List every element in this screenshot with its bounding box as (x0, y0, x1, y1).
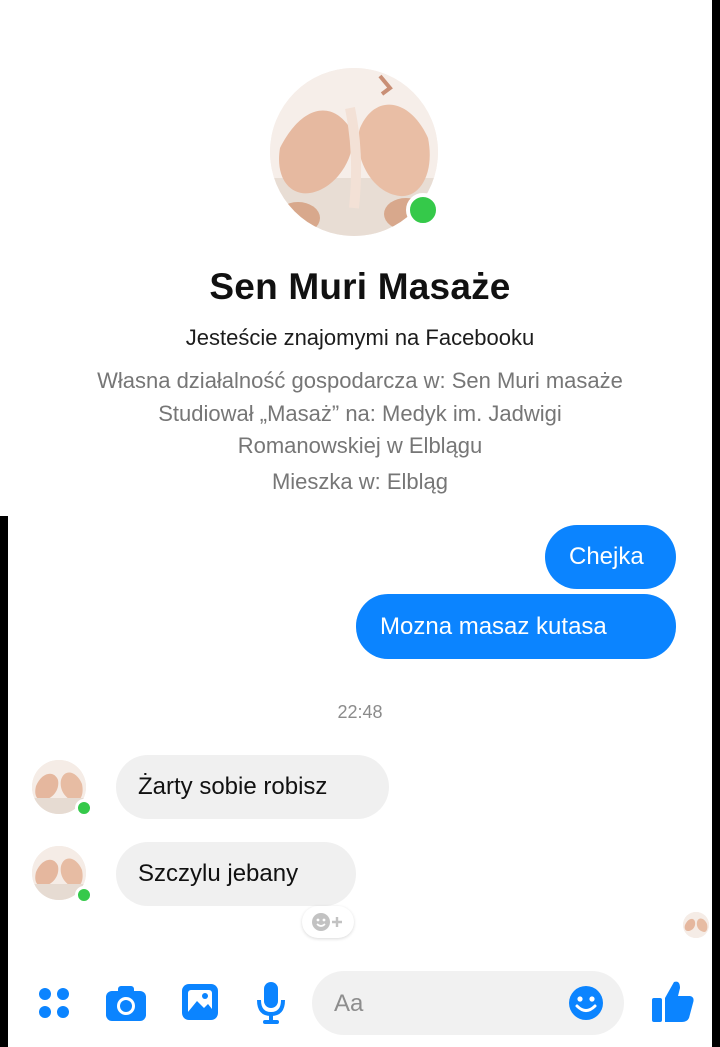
incoming-message[interactable]: Szczylu jebany (116, 842, 356, 906)
add-reaction-icon (312, 913, 342, 931)
outgoing-message[interactable]: Mozna masaz kutasa (356, 594, 676, 659)
seen-indicator-avatar (683, 912, 709, 938)
sender-online-dot (75, 799, 93, 817)
add-reaction-button[interactable] (302, 906, 354, 938)
education-info-line2: Romanowskiej w Elblągu (237, 433, 483, 458)
gallery-icon[interactable] (180, 982, 220, 1022)
message-composer[interactable] (312, 971, 624, 1035)
camera-icon[interactable] (104, 983, 148, 1023)
outgoing-message[interactable]: Chejka (545, 525, 676, 589)
message-input[interactable] (332, 985, 556, 1023)
location-info: Mieszka w: Elbląg (271, 469, 449, 494)
message-text: Szczylu jebany (138, 860, 299, 887)
incoming-message[interactable]: Żarty sobie robisz (116, 755, 389, 819)
work-info: Własna działalność gospodarcza w: Sen Mu… (97, 368, 623, 393)
friendship-status: Jesteście znajomymi na Facebooku (185, 325, 535, 350)
message-text: Żarty sobie robisz (138, 773, 328, 800)
message-text: Mozna masaz kutasa (380, 612, 607, 640)
online-status-indicator (406, 193, 440, 227)
microphone-icon[interactable] (256, 980, 286, 1026)
message-timestamp: 22:48 (337, 702, 383, 722)
like-icon[interactable] (648, 978, 696, 1024)
message-text: Chejka (569, 543, 644, 570)
emoji-icon[interactable] (568, 985, 604, 1021)
menu-dots-icon[interactable] (34, 983, 74, 1023)
education-info-line1: Studiował „Masaż” na: Medyk im. Jadwigi (158, 401, 562, 426)
sender-online-dot (75, 886, 93, 904)
profile-name[interactable]: Sen Muri Masaże (0, 266, 720, 308)
frame-left-edge (0, 516, 8, 1047)
frame-right-edge (712, 0, 720, 1047)
